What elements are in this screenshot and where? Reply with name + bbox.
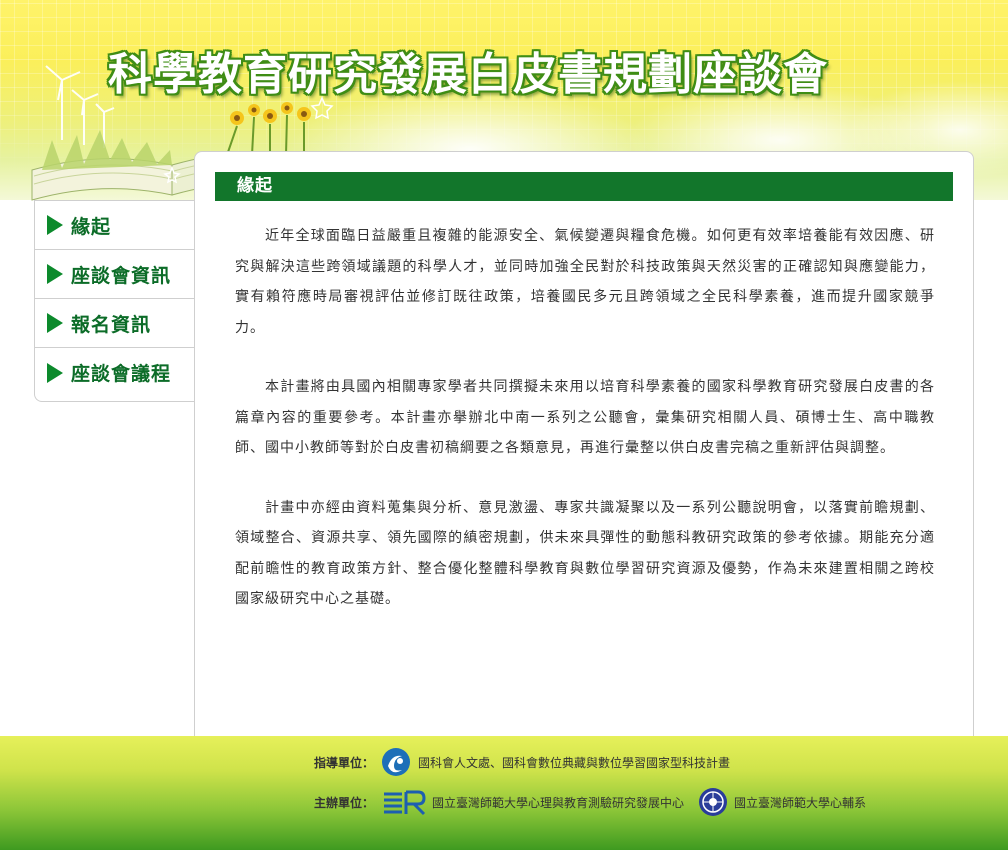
host-org-2: 國立臺灣師範大學心輔系 bbox=[734, 795, 867, 810]
guidance-org: 國科會人文處、國科會數位典藏與數位學習國家型科技計畫 bbox=[418, 755, 731, 770]
nsc-logo-icon bbox=[382, 748, 411, 776]
host-org-1: 國立臺灣師範大學心理與教育測驗研究發展中心 bbox=[432, 795, 685, 810]
sidebar-item-agenda[interactable]: 座談會議程 bbox=[35, 348, 195, 397]
sidebar-item-label: 報名資訊 bbox=[71, 313, 152, 336]
sunflower-icons bbox=[226, 102, 311, 156]
ntnu-seal-icon bbox=[699, 788, 728, 816]
site-title: 科學教育研究發展白皮書規劃座談會 bbox=[108, 49, 828, 100]
section-title: 緣起 bbox=[215, 172, 953, 201]
footer-guidance-row: 指導單位： 國科會人文處、國科會數位典藏與數位學習國家型科技計畫 bbox=[314, 746, 730, 778]
sidebar-item-label: 座談會議程 bbox=[71, 363, 172, 385]
sidebar-nav: 緣起 座談會資訊 報名資訊 座談會議程 bbox=[34, 200, 195, 402]
content-panel: 緣起 近年全球面臨日益嚴重且複雜的能源安全、氣候變遷與糧食危機。如何更有效率培養… bbox=[194, 151, 974, 753]
sidebar-item-label: 座談會資訊 bbox=[71, 264, 172, 287]
arrow-right-icon bbox=[47, 313, 63, 333]
windmill-icons bbox=[45, 65, 115, 148]
paragraph: 近年全球面臨日益嚴重且複雜的能源安全、氣候變遷與糧食危機。如何更有效率培養能有效… bbox=[235, 228, 935, 336]
sidebar-item-registration[interactable]: 報名資訊 bbox=[35, 299, 195, 348]
body-text: 近年全球面臨日益嚴重且複雜的能源安全、氣候變遷與糧食危機。如何更有效率培養能有效… bbox=[235, 221, 935, 644]
arrow-right-icon bbox=[47, 215, 63, 235]
sidebar-item-origin[interactable]: 緣起 bbox=[35, 201, 195, 250]
arrow-right-icon bbox=[47, 362, 63, 383]
host-label: 主辦單位： bbox=[314, 795, 375, 810]
paragraph: 計畫中亦經由資料蒐集與分析、意見激盪、專家共識凝聚以及一系列公聽說明會，以落實前… bbox=[235, 499, 935, 608]
arrow-right-icon bbox=[47, 264, 63, 284]
footer: 指導單位： 國科會人文處、國科會數位典藏與數位學習國家型科技計畫 主辦單位： 國… bbox=[0, 736, 1008, 850]
footer-host-row: 主辦單位： 國立臺灣師範大學心理與教育測驗研究發展中心 國立臺灣師範大學心輔系 bbox=[314, 786, 866, 818]
paragraph: 本計畫將由具國內相關專家學者共同撰擬未來用以培育科學素養的國家科學教育研究發展白… bbox=[235, 379, 935, 456]
rcpet-logo-icon bbox=[384, 790, 426, 816]
guidance-label: 指導單位： bbox=[314, 755, 375, 770]
sidebar-item-forum-info[interactable]: 座談會資訊 bbox=[35, 250, 195, 299]
sidebar-item-label: 緣起 bbox=[71, 215, 112, 238]
